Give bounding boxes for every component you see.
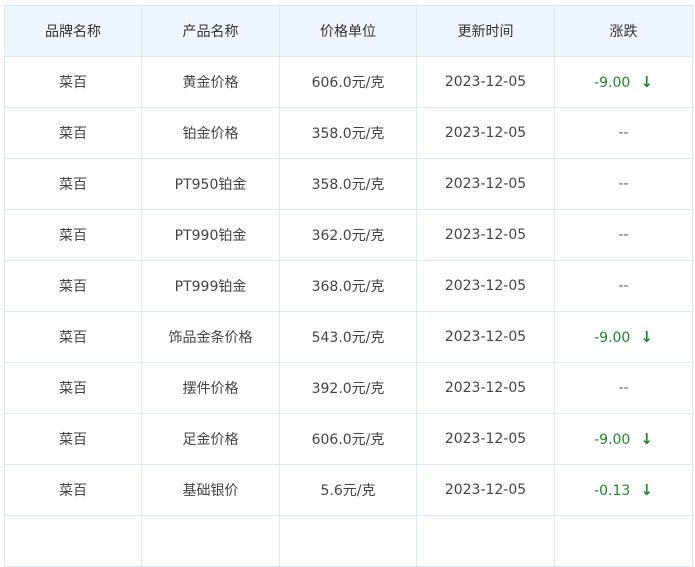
change-cell: -- [554,260,693,312]
brand-cell: 菜百 [4,158,142,210]
brand-cell: 菜百 [4,311,142,363]
product-cell: 足金价格 [141,413,280,465]
date-cell: 2023-12-05 [416,311,555,363]
date-cell: 2023-12-05 [416,107,555,159]
price-cell: 543.0元/克 [279,311,417,363]
arrow-down-icon: ↓ [640,481,653,499]
product-cell: 摆件价格 [141,362,280,414]
table-header-row: 品牌名称 产品名称 价格单位 更新时间 涨跌 [4,5,693,57]
change-value: -- [618,380,629,396]
brand-cell: 菜百 [4,260,142,312]
product-cell [141,515,280,567]
change-cell: -9.00 ↓ [554,311,693,363]
table-row: 菜百 PT950铂金 358.0元/克 2023-12-05 -- [4,158,693,210]
price-cell: 606.0元/克 [279,413,417,465]
product-cell: 饰品金条价格 [141,311,280,363]
date-cell: 2023-12-05 [416,56,555,108]
change-cell: -- [554,362,693,414]
table-body: 菜百 黄金价格 606.0元/克 2023-12-05 -9.00 ↓ 菜百 铂金价格 358.… [4,56,693,567]
change-value: -- [618,278,629,294]
price-cell: 5.6元/克 [279,464,417,516]
arrow-down-icon: ↓ [640,73,653,91]
gold-price-table: 品牌名称 产品名称 价格单位 更新时间 涨跌 菜百 黄金价格 606.0元/克 202… [4,5,693,567]
table-row: 菜百 PT999铂金 368.0元/克 2023-12-05 -- [4,260,693,312]
brand-cell: 菜百 [4,362,142,414]
price-cell: 606.0元/克 [279,56,417,108]
price-cell: 368.0元/克 [279,260,417,312]
change-value: -9.00 [594,330,631,346]
product-cell: PT950铂金 [141,158,280,210]
product-cell: 基础银价 [141,464,280,516]
table-row: 菜百 基础银价 5.6元/克 2023-12-05 -0.13 ↓ [4,464,693,516]
date-cell: 2023-12-05 [416,413,555,465]
change-value: -0.13 [594,483,631,499]
change-value: -9.00 [594,75,631,91]
brand-cell [4,515,142,567]
header-change: 涨跌 [554,5,693,57]
date-cell: 2023-12-05 [416,158,555,210]
price-cell [279,515,417,567]
table-row: 菜百 足金价格 606.0元/克 2023-12-05 -9.00 ↓ [4,413,693,465]
date-cell: 2023-12-05 [416,209,555,261]
price-cell: 362.0元/克 [279,209,417,261]
product-cell: 铂金价格 [141,107,280,159]
table-row: 菜百 饰品金条价格 543.0元/克 2023-12-05 -9.00 ↓ [4,311,693,363]
change-cell: -9.00 ↓ [554,413,693,465]
date-cell: 2023-12-05 [416,260,555,312]
header-brand: 品牌名称 [4,5,142,57]
date-cell: 2023-12-05 [416,362,555,414]
header-product: 产品名称 [141,5,280,57]
date-cell [416,515,555,567]
change-cell: -9.00 ↓ [554,56,693,108]
change-cell [554,515,693,567]
product-cell: 黄金价格 [141,56,280,108]
change-value: -9.00 [594,432,631,448]
arrow-down-icon: ↓ [640,328,653,346]
header-price-unit: 价格单位 [279,5,417,57]
change-cell: -- [554,209,693,261]
price-cell: 358.0元/克 [279,107,417,159]
price-cell: 358.0元/克 [279,158,417,210]
date-cell: 2023-12-05 [416,464,555,516]
brand-cell: 菜百 [4,107,142,159]
brand-cell: 菜百 [4,464,142,516]
change-value: -- [618,125,629,141]
product-cell: PT990铂金 [141,209,280,261]
change-cell: -- [554,158,693,210]
change-value: -- [618,227,629,243]
change-cell: -0.13 ↓ [554,464,693,516]
table-row: 菜百 摆件价格 392.0元/克 2023-12-05 -- [4,362,693,414]
table-row: 菜百 铂金价格 358.0元/克 2023-12-05 -- [4,107,693,159]
table-row [4,515,693,567]
product-cell: PT999铂金 [141,260,280,312]
brand-cell: 菜百 [4,209,142,261]
table-row: 菜百 PT990铂金 362.0元/克 2023-12-05 -- [4,209,693,261]
arrow-down-icon: ↓ [640,430,653,448]
change-cell: -- [554,107,693,159]
change-value: -- [618,176,629,192]
brand-cell: 菜百 [4,56,142,108]
header-update-time: 更新时间 [416,5,555,57]
brand-cell: 菜百 [4,413,142,465]
table-row: 菜百 黄金价格 606.0元/克 2023-12-05 -9.00 ↓ [4,56,693,108]
price-cell: 392.0元/克 [279,362,417,414]
